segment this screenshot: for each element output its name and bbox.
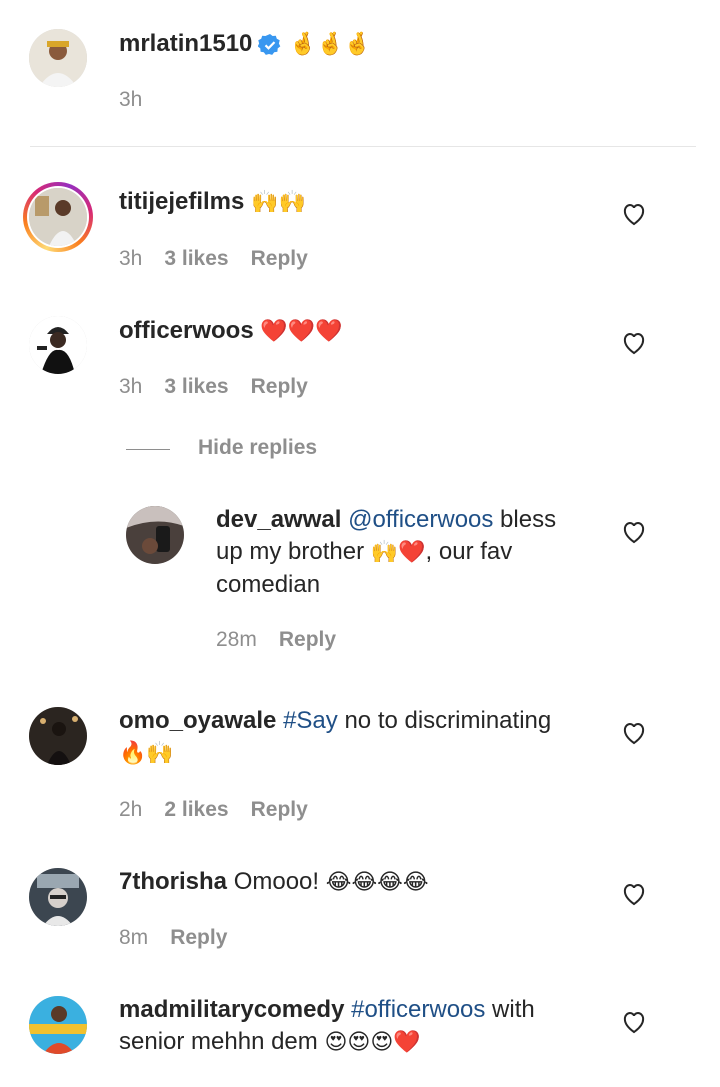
timestamp: 28m	[216, 628, 257, 651]
like-heart-icon[interactable]	[622, 723, 646, 745]
reply-button[interactable]: Reply	[251, 797, 308, 823]
timestamp: 3h	[119, 88, 143, 111]
comment-body: titijejefilms 🙌🙌	[119, 186, 306, 219]
comment-body: omo_oyawale #Say no to discriminating 🔥🙌	[119, 705, 599, 770]
username[interactable]: titijejefilms	[119, 188, 244, 215]
comment-emoji: 🤞🤞🤞	[289, 32, 372, 57]
comment-body: 7thorisha Omooo! 😂😂😂😂	[119, 866, 429, 899]
username[interactable]: mrlatin1510	[119, 30, 252, 57]
comment-text: with	[485, 996, 535, 1023]
avatar[interactable]	[29, 868, 87, 926]
comment-emoji: 😂😂😂😂	[325, 870, 429, 895]
comment-meta: 8m Reply	[119, 925, 227, 951]
hide-replies-button[interactable]: Hide replies	[198, 436, 317, 460]
timestamp: 8m	[119, 926, 149, 949]
username[interactable]: 7thorisha	[119, 868, 227, 895]
like-heart-icon[interactable]	[622, 884, 646, 906]
reply-body: dev_awwal @officerwoos bless up my broth…	[216, 504, 596, 601]
likes-count[interactable]: 2 likes	[164, 797, 228, 823]
like-heart-icon[interactable]	[622, 1012, 646, 1034]
reply-button[interactable]: Reply	[279, 627, 336, 653]
avatar[interactable]	[29, 316, 87, 374]
comment-text: bless	[493, 506, 557, 533]
comment-meta: 3h	[119, 87, 142, 113]
username[interactable]: madmilitarycomedy	[119, 996, 344, 1023]
username[interactable]: dev_awwal	[216, 506, 341, 533]
comment-emoji: ❤️❤️❤️	[260, 319, 343, 344]
avatar[interactable]	[29, 29, 87, 87]
timestamp: 3h	[119, 375, 143, 398]
hide-replies-line	[126, 449, 170, 450]
avatar	[29, 188, 87, 246]
likes-count[interactable]: 3 likes	[164, 374, 228, 400]
comment-emoji: 🙌🙌	[251, 190, 306, 215]
like-heart-icon[interactable]	[622, 204, 646, 226]
comment-meta: 3h 3 likes Reply	[119, 374, 308, 400]
comment-text: no to discriminating	[337, 707, 552, 734]
hashtag-link[interactable]: #officerwoos	[351, 996, 485, 1023]
comment-text: senior mehhn dem	[119, 1028, 318, 1055]
avatar[interactable]	[29, 996, 87, 1054]
username[interactable]: omo_oyawale	[119, 707, 276, 734]
reply-button[interactable]: Reply	[251, 374, 308, 400]
story-ring-avatar[interactable]	[23, 182, 93, 252]
reply-button[interactable]: Reply	[251, 246, 308, 272]
avatar[interactable]	[29, 707, 87, 765]
like-heart-icon[interactable]	[622, 522, 646, 544]
comment-text: comedian	[216, 571, 321, 598]
comment-text: Omooo!	[227, 868, 320, 895]
likes-count[interactable]: 3 likes	[164, 246, 228, 272]
timestamp: 3h	[119, 247, 143, 270]
comment-emoji: 🙌❤️	[370, 540, 426, 565]
pinned-comment: mrlatin1510 🤞🤞🤞	[119, 28, 371, 61]
comment-meta: 28m Reply	[216, 627, 336, 653]
reply-button[interactable]: Reply	[170, 925, 227, 951]
comment-text: up my brother	[216, 538, 365, 565]
divider	[30, 146, 696, 147]
comment-meta: 2h 2 likes Reply	[119, 797, 308, 823]
avatar[interactable]	[126, 506, 184, 564]
comment-meta: 3h 3 likes Reply	[119, 246, 308, 272]
comment-text: , our fav	[425, 538, 513, 565]
comment-emoji: 😍😍😍❤️	[324, 1030, 421, 1055]
timestamp: 2h	[119, 798, 143, 821]
username[interactable]: officerwoos	[119, 317, 254, 344]
comment-emoji: 🔥🙌	[119, 741, 174, 766]
mention-link[interactable]: @officerwoos	[348, 506, 493, 533]
comment-body: madmilitarycomedy #officerwoos with seni…	[119, 994, 599, 1059]
comment-body: officerwoos ❤️❤️❤️	[119, 315, 343, 348]
hashtag-link[interactable]: #Say	[283, 707, 338, 734]
like-heart-icon[interactable]	[622, 333, 646, 355]
verified-badge-icon	[258, 33, 281, 55]
